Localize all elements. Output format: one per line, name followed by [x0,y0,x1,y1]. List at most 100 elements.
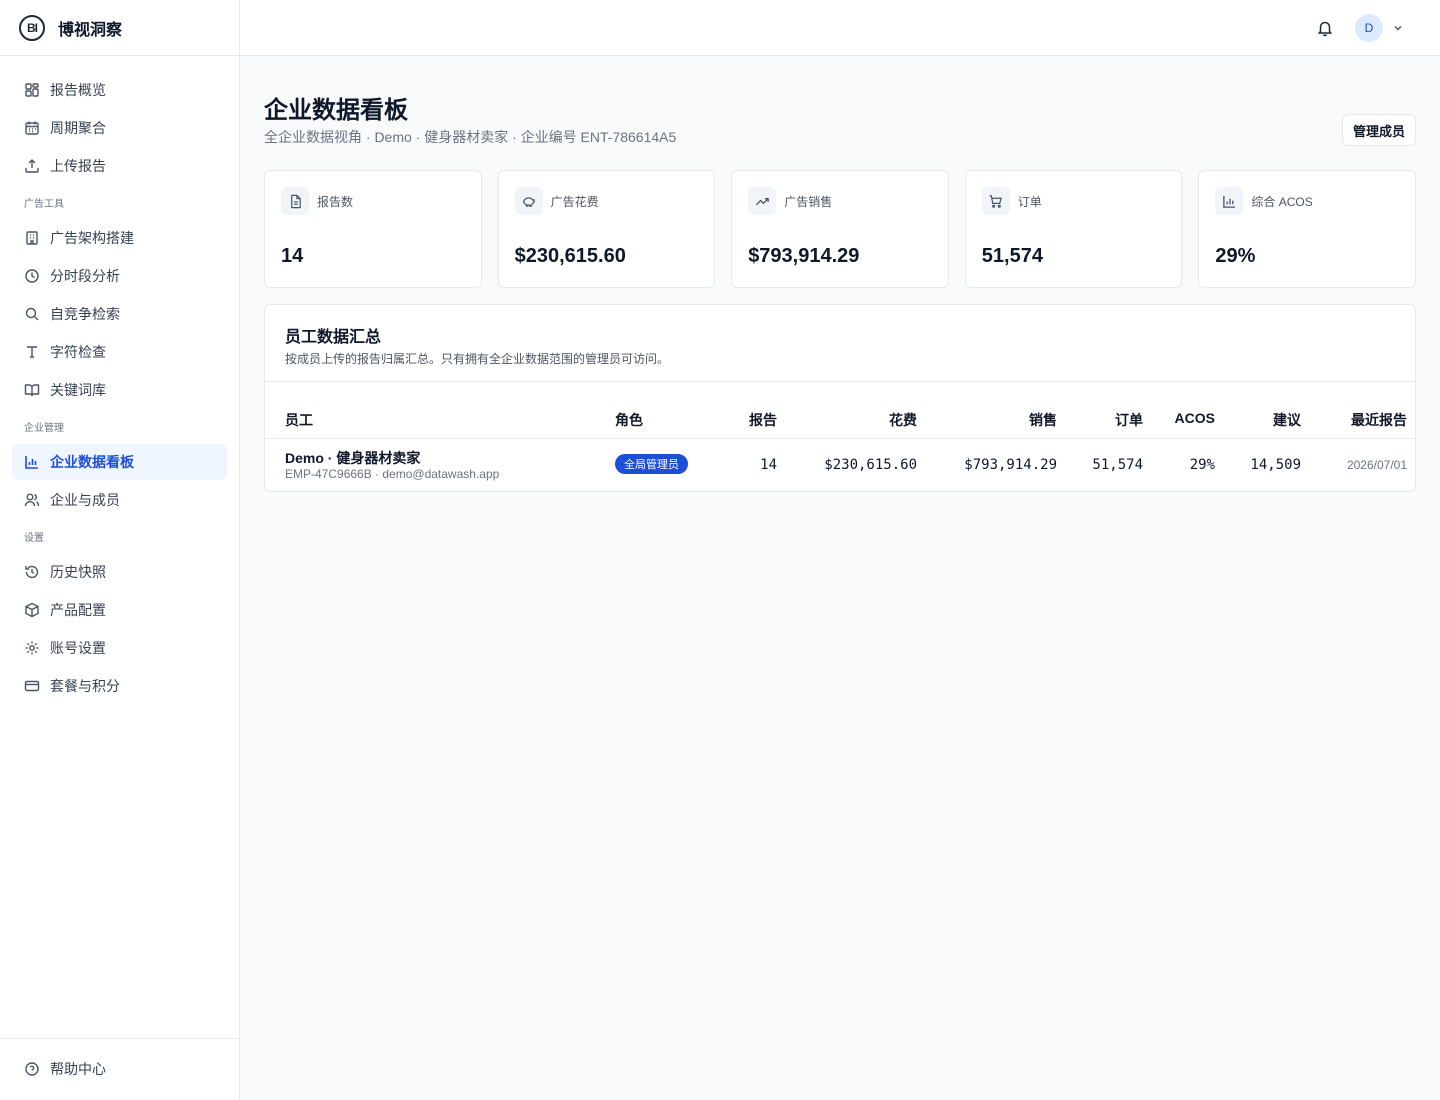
sidebar-item-label: 产品配置 [50,602,106,618]
sidebar-item-upload-report[interactable]: 上传报告 [12,148,227,184]
role-badge: 全局管理员 [615,454,688,474]
upload-icon [24,158,40,174]
sidebar-item-plan-credits[interactable]: 套餐与积分 [12,668,227,704]
stat-label: 广告花费 [550,194,599,209]
column-header-spend[interactable]: 花费 [889,410,917,430]
cell-reports: 14 [760,457,777,473]
clock-icon [24,268,40,284]
sidebar-item-label: 自竞争检索 [50,306,120,322]
stat-card-ad-sales: 广告销售 $793,914.29 [731,170,949,288]
sidebar-item-dayparting[interactable]: 分时段分析 [12,258,227,294]
cell-sales: $793,914.29 [964,457,1057,473]
page-subtitle: 全企业数据视角 · Demo · 健身器材卖家 · 企业编号 ENT-78661… [264,129,677,145]
stat-label: 综合 ACOS [1251,194,1313,209]
avatar[interactable]: D [1355,14,1383,42]
sidebar: BI 博视洞察 报告概览 周期聚合 上传报告 广告工具 广告架构搭建 分时段分析… [0,0,240,1100]
stat-value: 14 [281,245,304,267]
sidebar-item-label: 帮助中心 [50,1061,106,1077]
stat-card-acos: 综合 ACOS 29% [1198,170,1416,288]
manage-members-button[interactable]: 管理成员 [1341,114,1416,146]
stat-value: 29% [1215,245,1256,267]
sidebar-item-enterprise-members[interactable]: 企业与成员 [12,482,227,518]
stat-value: 51,574 [981,245,1043,267]
stat-label: 报告数 [317,194,354,209]
top-bar: D [240,0,1440,56]
cart-icon [981,187,1010,215]
column-header-role[interactable]: 角色 [615,410,643,430]
column-header-employee[interactable]: 员工 [285,410,313,430]
trending-up-icon [748,187,777,215]
calendar-icon [24,120,40,136]
column-header-acos[interactable]: ACOS [1175,410,1215,426]
sidebar-item-label: 报告概览 [50,82,106,98]
column-header-reports[interactable]: 报告 [749,410,777,430]
chevron-down-icon[interactable] [1392,21,1404,33]
sidebar-section-title: 设置 [24,533,44,544]
brand[interactable]: BI 博视洞察 [0,0,239,56]
page-title: 企业数据看板 [264,97,408,124]
stat-card-ad-spend: 广告花费 $230,615.60 [497,170,716,288]
sidebar-item-keyword-library[interactable]: 关键词库 [12,372,227,408]
sidebar-item-character-check[interactable]: 字符检查 [12,334,227,370]
sidebar-footer: 帮助中心 [0,1038,239,1100]
stat-label: 订单 [1017,194,1042,209]
bar-chart-icon [1215,187,1244,215]
divider [265,438,1415,439]
file-icon [281,187,309,215]
building-icon [24,230,40,246]
stat-label: 广告销售 [784,194,833,209]
stat-value: $793,914.29 [748,245,860,267]
sidebar-item-label: 上传报告 [50,158,106,174]
column-header-suggestions[interactable]: 建议 [1273,410,1301,430]
column-header-last-report[interactable]: 最近报告 [1351,410,1407,430]
gear-icon [24,640,40,656]
sidebar-nav: 报告概览 周期聚合 上传报告 广告工具 广告架构搭建 分时段分析 自竞争检索 字… [0,56,239,704]
divider [265,381,1415,382]
sidebar-item-label: 企业数据看板 [50,454,134,470]
sidebar-item-label: 账号设置 [50,640,106,656]
cell-acos: 29% [1189,457,1215,473]
employee-name[interactable]: Demo · 健身器材卖家 [285,448,420,468]
sidebar-item-product-config[interactable]: 产品配置 [12,592,227,628]
sidebar-item-history-snapshot[interactable]: 历史快照 [12,554,227,590]
bar-chart-icon [24,454,40,470]
stat-value: $230,615.60 [514,245,626,267]
sidebar-item-period-aggregate[interactable]: 周期聚合 [12,110,227,146]
stat-card-reports: 报告数 14 [264,170,482,288]
column-header-sales[interactable]: 销售 [1029,410,1057,430]
panel-title: 员工数据汇总 [285,329,382,346]
brand-name: 博视洞察 [58,21,123,39]
cell-last-report: 2026/07/01 [1346,458,1407,472]
employee-meta: EMP-47C9666B · demo@datawash.app [285,467,500,481]
employee-summary-panel: 员工数据汇总 按成员上传的报告归属汇总。只有拥有全企业数据范围的管理员可访问。 … [264,304,1416,492]
sidebar-item-enterprise-dashboard[interactable]: 企业数据看板 [12,444,227,480]
cell-suggestions: 14,509 [1250,457,1301,473]
cell-spend: $230,615.60 [824,457,917,473]
stat-card-orders: 订单 51,574 [964,170,1183,288]
credit-card-icon [24,678,40,694]
sidebar-item-label: 关键词库 [50,382,106,398]
panel-description: 按成员上传的报告归属汇总。只有拥有全企业数据范围的管理员可访问。 [285,352,670,366]
sidebar-item-self-competition[interactable]: 自竞争检索 [12,296,227,332]
help-circle-icon [24,1061,40,1077]
sidebar-item-label: 企业与成员 [50,492,120,508]
stats-row: 报告数 14 广告花费 $230,615.60 广告销售 $793,914.29… [264,170,1416,288]
type-icon [24,344,40,360]
sidebar-section-title: 广告工具 [24,199,64,210]
brand-logo: BI [19,14,45,41]
bell-icon[interactable] [1316,19,1334,37]
sidebar-item-help-center[interactable]: 帮助中心 [12,1051,227,1087]
sidebar-item-account-settings[interactable]: 账号设置 [12,630,227,666]
sidebar-item-label: 分时段分析 [50,268,120,284]
sidebar-item-label: 历史快照 [50,564,106,580]
sidebar-item-label: 套餐与积分 [50,678,120,694]
sidebar-item-label: 周期聚合 [50,120,106,136]
sidebar-item-ad-structure[interactable]: 广告架构搭建 [12,220,227,256]
cell-orders: 51,574 [1092,457,1143,473]
sidebar-item-label: 字符检查 [50,344,106,360]
sidebar-section-title: 企业管理 [24,423,64,434]
history-icon [24,564,40,580]
sidebar-item-label: 广告架构搭建 [50,230,134,246]
column-header-orders[interactable]: 订单 [1115,410,1143,430]
sidebar-item-report-overview[interactable]: 报告概览 [12,72,227,108]
